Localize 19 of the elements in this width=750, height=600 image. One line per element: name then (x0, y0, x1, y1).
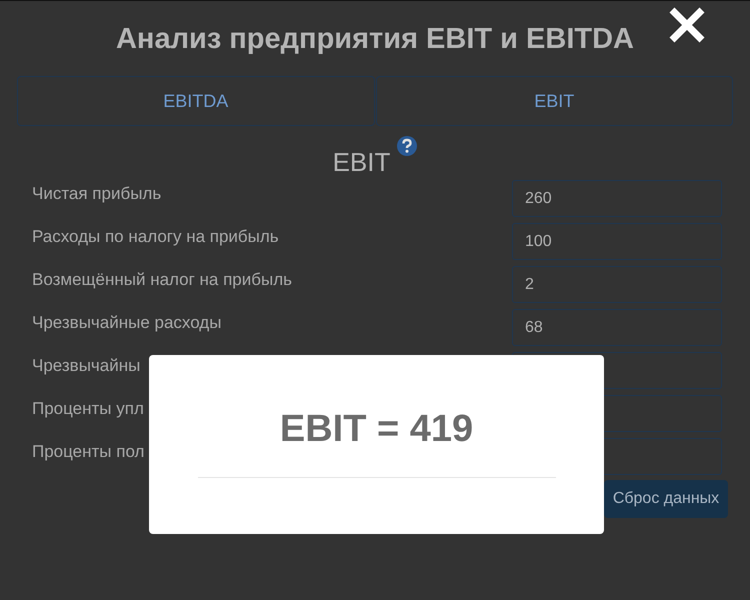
page-title: Анализ предприятия EBIT и EBITDA (116, 22, 634, 57)
tab[interactable]: EBIT (376, 76, 733, 126)
field-label: Проценты пол (32, 441, 144, 463)
field-label: Чрезвычайны (32, 355, 140, 377)
field-label: Чрезвычайные расходы (32, 312, 222, 334)
section-heading: EBIT (332, 146, 390, 178)
field-label: Расходы по налогу на прибыль (32, 226, 279, 248)
field-label: Чистая прибыль (32, 183, 162, 205)
close-icon[interactable] (667, 5, 707, 45)
tab[interactable]: EBITDA (17, 76, 374, 126)
input-field[interactable]: 100 (512, 223, 722, 260)
result-text: EBIT = 419 (280, 407, 474, 452)
input-field[interactable]: 68 (512, 309, 722, 346)
reset-button[interactable]: Сброс данных (604, 480, 728, 518)
input-field[interactable]: 260 (512, 180, 722, 217)
field-label: Возмещённый налог на прибыль (32, 269, 292, 291)
input-field[interactable]: 2 (512, 266, 722, 303)
help-icon[interactable] (397, 136, 418, 156)
field-label: Проценты упл (32, 398, 144, 420)
